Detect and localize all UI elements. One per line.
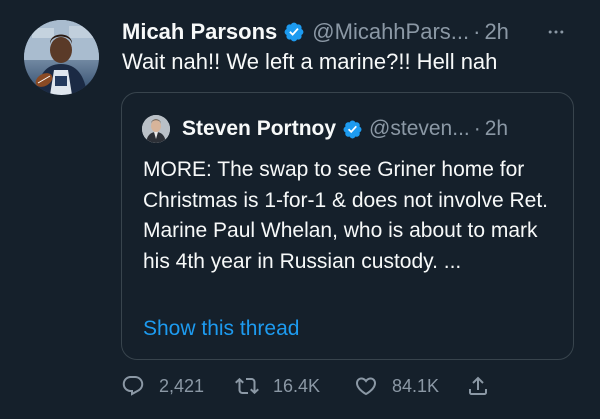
- author-name[interactable]: Micah Parsons: [122, 17, 277, 47]
- show-thread-link[interactable]: Show this thread: [143, 315, 299, 343]
- reply-button[interactable]: 2,421: [121, 372, 204, 400]
- retweet-button[interactable]: 16.4K: [235, 372, 320, 400]
- more-button[interactable]: [542, 19, 570, 45]
- quoted-header-separator: ·: [473, 117, 481, 140]
- quoted-avatar-image: [142, 115, 170, 143]
- retweet-count: 16.4K: [273, 375, 321, 396]
- reply-count: 2,421: [159, 375, 205, 396]
- quoted-tweet-text: MORE: The swap to see Griner home for Ch…: [143, 158, 548, 273]
- reply-icon: [122, 376, 144, 396]
- quoted-author-avatar: [142, 115, 170, 143]
- tweet-actions: 2,421 16.4K 84.1K: [121, 372, 501, 400]
- tweet-timestamp[interactable]: 2h: [484, 17, 508, 47]
- author-handle[interactable]: @MicahhPars...: [312, 17, 469, 47]
- tweet-text: Wait nah!! We left a marine?!! Hell nah: [122, 49, 498, 74]
- quoted-tweet-header: Steven Portnoy @steven... · 2h: [142, 115, 563, 143]
- author-avatar[interactable]: [24, 20, 99, 95]
- share-icon: [469, 376, 487, 395]
- retweet-icon: [235, 377, 259, 395]
- tweet-header: Micah Parsons @MicahhPars... · 2h: [122, 17, 570, 47]
- quoted-author-handle: @steven...: [369, 117, 470, 140]
- like-count: 84.1K: [392, 375, 440, 396]
- quoted-tweet-timestamp: 2h: [484, 117, 509, 140]
- like-button[interactable]: 84.1K: [354, 372, 439, 400]
- verified-badge-icon: [343, 120, 362, 138]
- header-separator: ·: [473, 19, 481, 44]
- verified-badge-icon: [284, 22, 304, 42]
- quoted-author-name[interactable]: Steven Portnoy: [182, 115, 336, 143]
- heart-icon: [355, 377, 377, 396]
- more-horizontal-icon: [548, 30, 564, 34]
- quoted-tweet[interactable]: Steven Portnoy @steven... · 2h MORE: The…: [121, 92, 574, 360]
- avatar-image: [24, 20, 99, 95]
- share-button[interactable]: [466, 372, 490, 400]
- tweet[interactable]: Micah Parsons @MicahhPars... · 2h Wait n…: [0, 0, 600, 419]
